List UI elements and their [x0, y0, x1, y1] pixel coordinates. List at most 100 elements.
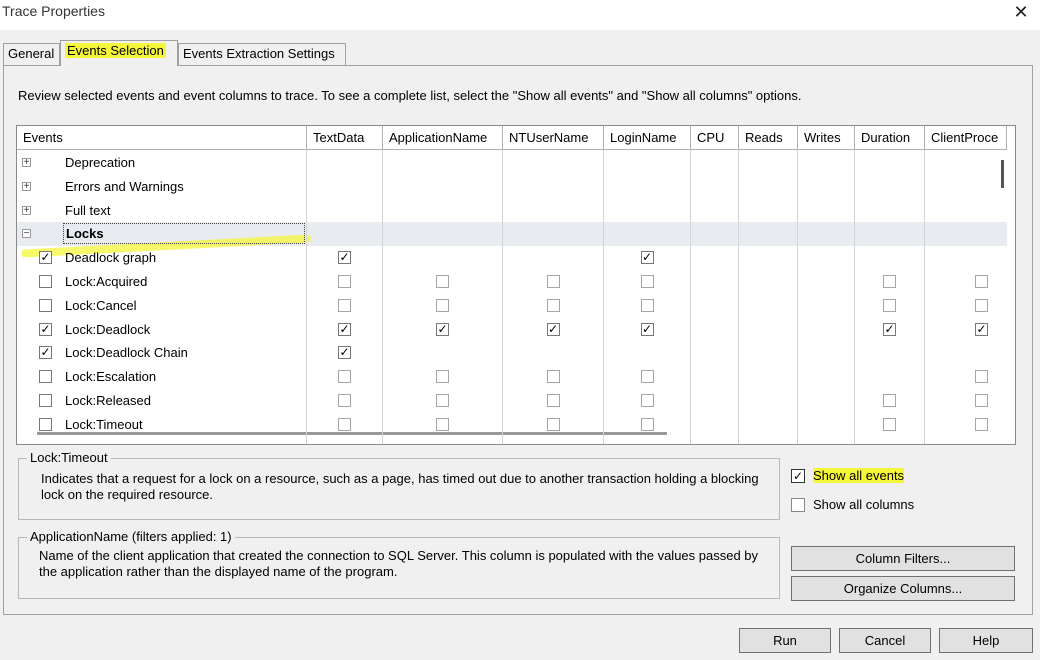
horizontal-scrollbar-thumb[interactable] [37, 432, 667, 435]
column-checkbox[interactable] [436, 370, 449, 384]
category-row[interactable]: + Errors and Warnings [17, 175, 1007, 199]
event-info-group: Lock:Timeout Indicates that a request fo… [18, 450, 780, 520]
show-all-events-label: Show all events [813, 468, 905, 483]
event-row[interactable]: Lock:Cancel [17, 294, 1007, 318]
plus-icon[interactable]: + [22, 181, 31, 191]
column-checkbox[interactable] [546, 275, 560, 288]
cancel-button[interactable]: Cancel [839, 628, 931, 653]
category-row[interactable]: + Deprecation [17, 151, 1007, 175]
column-checkbox[interactable]: ✓ [640, 322, 654, 336]
event-row[interactable]: ✓ Deadlock graph ✓ ✓ [17, 246, 1007, 270]
column-checkbox[interactable]: ✓ [436, 322, 449, 336]
column-divider [502, 150, 503, 444]
event-info-legend: Lock:Timeout [27, 450, 111, 465]
event-label: Deprecation [65, 155, 136, 170]
event-row[interactable]: Lock:Released [17, 389, 1007, 413]
grid-header: Events TextData ApplicationName NTUserName L… [17, 126, 1007, 150]
column-checkbox[interactable] [546, 417, 560, 431]
tab-general[interactable]: General [3, 43, 60, 65]
column-checkbox[interactable] [640, 417, 654, 431]
column-checkbox[interactable] [975, 370, 988, 384]
event-label: Lock:Deadlock Chain [65, 345, 188, 361]
column-checkbox[interactable] [338, 370, 351, 384]
event-checkbox[interactable] [39, 275, 52, 288]
column-checkbox[interactable] [338, 417, 351, 431]
column-checkbox[interactable] [883, 417, 896, 431]
column-checkbox[interactable] [640, 370, 654, 384]
column-header[interactable]: Writes [798, 126, 855, 150]
event-label: Locks [63, 223, 305, 245]
column-checkbox[interactable] [436, 417, 449, 431]
event-checkbox[interactable]: ✓ [39, 251, 52, 265]
plus-icon[interactable]: + [22, 205, 31, 215]
event-label: Lock:Deadlock [65, 321, 151, 337]
plus-icon[interactable]: + [22, 158, 31, 168]
event-checkbox[interactable]: ✓ [39, 346, 52, 360]
column-checkbox[interactable] [975, 275, 988, 288]
column-checkbox[interactable]: ✓ [338, 322, 351, 336]
event-checkbox[interactable]: ✓ [39, 322, 52, 336]
category-row[interactable]: + Full text [17, 199, 1007, 223]
description-text: Review selected events and event columns… [18, 88, 802, 103]
event-checkbox[interactable] [39, 394, 52, 407]
column-checkbox[interactable]: ✓ [546, 322, 560, 336]
column-checkbox[interactable]: ✓ [338, 251, 351, 265]
help-button[interactable]: Help [939, 628, 1033, 653]
column-checkbox[interactable] [546, 370, 560, 384]
column-header[interactable]: Reads [739, 126, 798, 150]
minus-icon[interactable]: − [22, 229, 31, 239]
tab-events-extraction-settings-label: Events Extraction Settings [183, 46, 335, 61]
event-row[interactable]: Lock:Acquired [17, 270, 1007, 294]
column-checkbox[interactable] [436, 298, 449, 312]
column-checkbox[interactable] [975, 298, 988, 312]
column-checkbox[interactable]: ✓ [975, 322, 988, 336]
column-checkbox[interactable] [338, 394, 351, 407]
show-all-columns-checkbox[interactable]: Show all columns [791, 497, 931, 515]
vertical-scrollbar-thumb[interactable] [1001, 160, 1004, 188]
window-title: Trace Properties [2, 3, 105, 19]
tab-events-extraction-settings[interactable]: Events Extraction Settings [178, 43, 346, 65]
column-header[interactable]: ClientProce [925, 126, 1007, 150]
category-row[interactable]: − Locks [17, 222, 1007, 258]
column-checkbox[interactable] [436, 394, 449, 407]
column-header[interactable]: LoginName [604, 126, 691, 150]
title-bar: Trace Properties ✕ [0, 0, 1040, 30]
column-checkbox[interactable]: ✓ [640, 251, 654, 265]
column-checkbox[interactable]: ✓ [883, 322, 896, 336]
column-checkbox[interactable] [975, 394, 988, 407]
column-checkbox[interactable] [436, 275, 449, 288]
column-header[interactable]: Events [17, 126, 307, 150]
close-icon[interactable]: ✕ [1010, 0, 1032, 24]
column-header[interactable]: TextData [307, 126, 383, 150]
run-button[interactable]: Run [739, 628, 831, 653]
column-filters-button[interactable]: Column Filters... [791, 546, 1015, 571]
column-checkbox[interactable] [883, 394, 896, 407]
column-checkbox[interactable] [338, 275, 351, 288]
column-checkbox[interactable] [640, 298, 654, 312]
column-checkbox[interactable] [546, 298, 560, 312]
event-row[interactable]: ✓ Lock:Deadlock Chain ✓ [17, 341, 1007, 365]
event-row[interactable]: ✓ Lock:Deadlock ✓ ✓ ✓ ✓ ✓ ✓ [17, 318, 1007, 342]
column-checkbox[interactable] [883, 275, 896, 288]
show-all-events-checkbox[interactable]: ✓ Show all events [791, 468, 921, 486]
event-checkbox[interactable] [39, 298, 52, 312]
events-grid[interactable]: Events TextData ApplicationName NTUserName L… [16, 125, 1016, 445]
column-header[interactable]: CPU [691, 126, 739, 150]
column-checkbox[interactable] [883, 298, 896, 312]
column-checkbox[interactable]: ✓ [338, 346, 351, 360]
column-header[interactable]: Duration [855, 126, 925, 150]
event-checkbox[interactable] [39, 417, 52, 431]
column-checkbox[interactable] [338, 298, 351, 312]
column-header[interactable]: ApplicationName [383, 126, 503, 150]
event-label: Lock:Escalation [65, 369, 157, 385]
column-checkbox[interactable] [975, 417, 988, 431]
tab-events-selection[interactable]: Events Selection [60, 40, 178, 66]
event-checkbox[interactable] [39, 370, 52, 384]
column-checkbox[interactable] [640, 394, 654, 407]
organize-columns-button[interactable]: Organize Columns... [791, 576, 1015, 601]
event-row[interactable]: Lock:Escalation [17, 365, 1007, 389]
column-checkbox[interactable] [640, 275, 654, 288]
column-header[interactable]: NTUserName [503, 126, 604, 150]
event-label: Full text [65, 202, 111, 218]
column-checkbox[interactable] [546, 394, 560, 407]
